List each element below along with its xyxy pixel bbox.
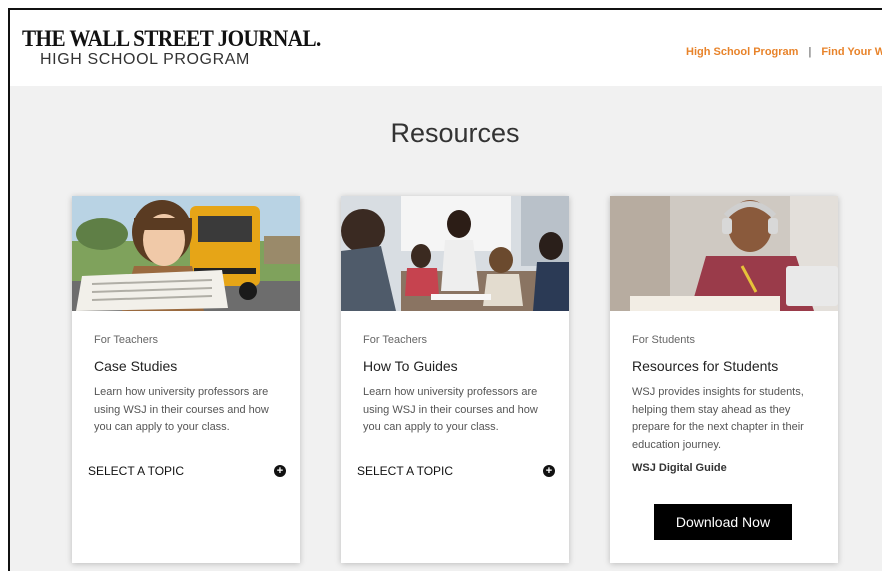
browser-viewport: THE WALL STREET JOURNAL. HIGH SCHOOL PRO…	[8, 8, 882, 571]
resources-for-students-card: For Students Resources for Students WSJ …	[610, 196, 838, 563]
teacher-with-newspaper-photo	[72, 196, 300, 311]
card-tag: For Teachers	[94, 334, 158, 346]
card-tag: For Teachers	[363, 334, 427, 346]
how-to-guides-card: For Teachers How To Guides Learn how uni…	[341, 196, 569, 563]
select-topic-dropdown[interactable]: SELECT A TOPIC +	[357, 464, 555, 480]
plus-circle-icon[interactable]: +	[274, 465, 286, 477]
student-with-headphones-photo	[610, 196, 838, 311]
site-header: THE WALL STREET JOURNAL. HIGH SCHOOL PRO…	[10, 10, 882, 86]
plus-circle-icon[interactable]: +	[543, 465, 555, 477]
nav-find-your-wsj[interactable]: Find Your WS	[821, 46, 882, 58]
card-title[interactable]: How To Guides	[363, 358, 458, 374]
top-nav: High School Program | Find Your WS	[686, 46, 882, 58]
logo-subtitle: HIGH SCHOOL PROGRAM	[40, 51, 250, 68]
classroom-students-photo	[341, 196, 569, 311]
digital-guide-label: WSJ Digital Guide	[632, 462, 727, 474]
download-now-button[interactable]: Download Now	[654, 504, 792, 540]
card-description: Learn how university professors are usin…	[363, 386, 538, 433]
page-title: Resources	[390, 118, 520, 148]
card-title[interactable]: Resources for Students	[632, 358, 778, 374]
select-topic-dropdown[interactable]: SELECT A TOPIC +	[88, 464, 286, 480]
case-studies-card: For Teachers Case Studies Learn how univ…	[72, 196, 300, 563]
wsj-logo[interactable]: THE WALL STREET JOURNAL.	[22, 26, 321, 52]
card-tag: For Students	[632, 334, 695, 346]
card-description: Learn how university professors are usin…	[94, 386, 269, 433]
select-topic-label: SELECT A TOPIC	[357, 464, 454, 478]
card-description: WSJ provides insights for students, help…	[632, 386, 804, 451]
card-title[interactable]: Case Studies	[94, 358, 177, 374]
nav-separator: |	[808, 46, 812, 58]
select-topic-label: SELECT A TOPIC	[88, 464, 185, 478]
nav-high-school-program[interactable]: High School Program	[686, 46, 798, 58]
